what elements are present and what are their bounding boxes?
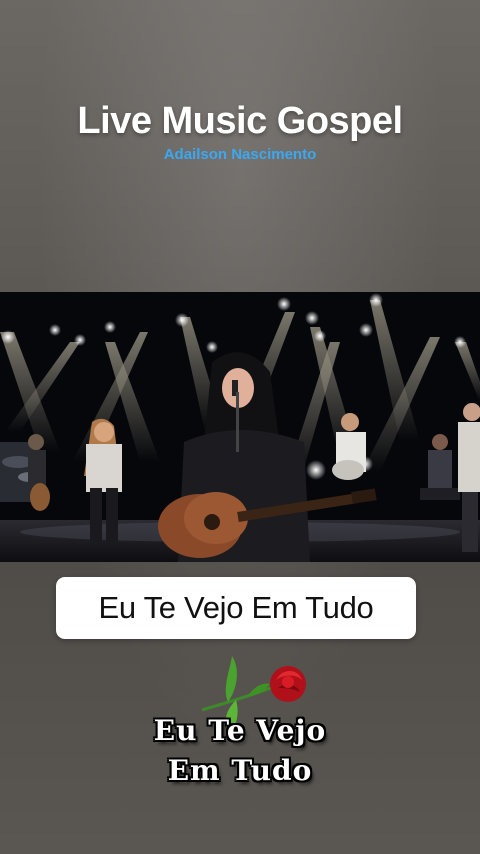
decorative-title-line1: Eu Te Vejo [153,714,327,747]
stage-scene [0,292,480,562]
video-frame[interactable] [0,292,480,562]
song-title: Eu Te Vejo Em Tudo [98,590,374,625]
channel-subtitle: Adailson Nascimento [163,146,317,163]
song-title-box: Eu Te Vejo Em Tudo [56,577,416,639]
decorative-title-line2: Em Tudo [167,754,313,787]
channel-title: Live Music Gospel [77,100,403,142]
story-screen: Live Music Gospel Adailson Nascimento Eu… [0,0,480,854]
